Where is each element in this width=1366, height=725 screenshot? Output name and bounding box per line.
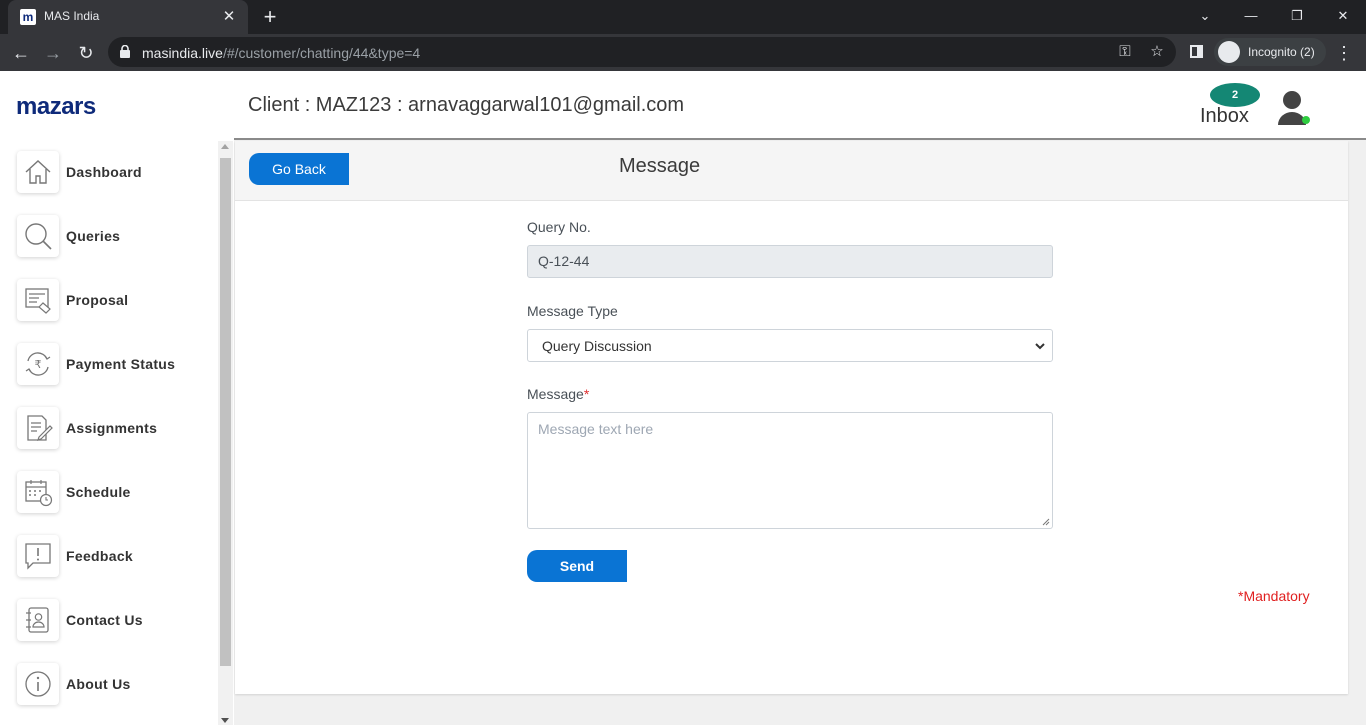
site-favicon-icon: m xyxy=(20,9,36,25)
sidebar-item-dashboard[interactable]: Dashboard xyxy=(0,149,218,213)
sidebar-item-about-us[interactable]: About Us xyxy=(0,661,218,725)
message-type-select[interactable]: Query Discussion xyxy=(527,329,1053,362)
message-placeholder: Message text here xyxy=(538,421,654,437)
inbox-label: Inbox xyxy=(1200,105,1249,127)
sidebar-item-schedule[interactable]: Schedule xyxy=(0,469,218,533)
incognito-label: Incognito (2) xyxy=(1248,45,1315,59)
message-textarea[interactable]: Message text here xyxy=(527,412,1053,529)
sidebar-item-assignments[interactable]: Assignments xyxy=(0,405,218,469)
page: mazars Dashboard Queries Proposal ₹ Paym… xyxy=(0,71,1366,725)
sidebar-item-payment-status[interactable]: ₹ Payment Status xyxy=(0,341,218,405)
new-tab-button[interactable]: + xyxy=(258,5,282,29)
resize-grip-icon[interactable] xyxy=(1042,518,1050,526)
mandatory-note: *Mandatory xyxy=(1238,588,1310,604)
message-label: Message* xyxy=(527,386,589,402)
incognito-profile-button[interactable]: Incognito (2) xyxy=(1214,38,1326,66)
key-icon[interactable]: ⚿ xyxy=(1116,43,1134,61)
close-window-button[interactable]: ✕ xyxy=(1331,5,1355,27)
browser-menu-icon[interactable]: ⋮ xyxy=(1334,40,1354,66)
sidebar-item-contact-us[interactable]: Contact Us xyxy=(0,597,218,661)
message-label-text: Message xyxy=(527,386,584,402)
inbox-count-badge: 2 xyxy=(1210,83,1260,107)
page-header: Client : MAZ123 : arnavaggarwal101@gmail… xyxy=(234,71,1366,140)
lock-icon xyxy=(120,45,130,58)
side-panel-icon[interactable] xyxy=(1190,45,1203,58)
close-tab-icon[interactable]: ✕ xyxy=(220,8,238,26)
sidebar-item-label: About Us xyxy=(66,676,131,692)
sidebar-item-feedback[interactable]: Feedback xyxy=(0,533,218,597)
info-icon xyxy=(17,663,59,705)
sidebar: mazars Dashboard Queries Proposal ₹ Paym… xyxy=(0,71,234,725)
mazars-logo[interactable]: mazars xyxy=(16,93,96,121)
sidebar-item-queries[interactable]: Queries xyxy=(0,213,218,277)
browser-tab-bar: m MAS India ✕ + ⌄ — ❐ ✕ xyxy=(0,0,1366,34)
browser-tab[interactable]: m MAS India ✕ xyxy=(8,0,248,34)
message-type-label: Message Type xyxy=(527,303,618,319)
query-no-field: Q-12-44 xyxy=(527,245,1053,278)
rupee-refresh-icon: ₹ xyxy=(17,343,59,385)
minimize-window-button[interactable]: — xyxy=(1239,5,1263,27)
bookmark-star-icon[interactable]: ☆ xyxy=(1148,43,1166,61)
sidebar-nav: Dashboard Queries Proposal ₹ Payment Sta… xyxy=(0,149,218,725)
sidebar-item-label: Contact Us xyxy=(66,612,143,628)
proposal-icon xyxy=(17,279,59,321)
tab-search-chevron-icon[interactable]: ⌄ xyxy=(1193,5,1217,27)
calendar-clock-icon xyxy=(17,471,59,513)
scroll-up-arrow-icon[interactable] xyxy=(221,144,229,149)
sidebar-item-label: Schedule xyxy=(66,484,131,500)
client-title: Client : MAZ123 : arnavaggarwal101@gmail… xyxy=(248,94,685,116)
home-icon xyxy=(17,151,59,193)
inbox-button[interactable]: 2 Inbox xyxy=(1198,83,1262,131)
chevron-down-icon xyxy=(1035,343,1045,350)
address-bar[interactable]: masindia.live/#/customer/chatting/44&typ… xyxy=(108,37,1176,67)
url-text: masindia.live/#/customer/chatting/44&typ… xyxy=(142,45,420,61)
sidebar-item-label: Proposal xyxy=(66,292,129,308)
sidebar-item-label: Assignments xyxy=(66,420,158,436)
document-edit-icon xyxy=(17,407,59,449)
scroll-down-arrow-icon[interactable] xyxy=(221,718,229,723)
sidebar-item-label: Payment Status xyxy=(66,356,176,372)
sidebar-item-label: Queries xyxy=(66,228,121,244)
sidebar-item-label: Feedback xyxy=(66,548,133,564)
search-icon xyxy=(17,215,59,257)
tab-title: MAS India xyxy=(44,9,100,23)
feedback-icon xyxy=(17,535,59,577)
query-no-label: Query No. xyxy=(527,219,591,235)
svg-text:₹: ₹ xyxy=(35,358,42,371)
back-arrow-icon[interactable]: ← xyxy=(8,40,34,66)
sidebar-scrollbar[interactable] xyxy=(218,141,233,725)
message-card: Go Back Message Query No. Q-12-44 Messag… xyxy=(235,141,1348,694)
contact-book-icon xyxy=(17,599,59,641)
sidebar-item-label: Dashboard xyxy=(66,164,142,180)
message-type-value: Query Discussion xyxy=(542,338,652,354)
card-title: Message xyxy=(619,155,701,177)
url-domain: masindia.live xyxy=(142,45,223,61)
user-avatar[interactable] xyxy=(1277,89,1310,129)
browser-toolbar: ← → ↻ masindia.live/#/customer/chatting/… xyxy=(0,34,1366,71)
sidebar-item-proposal[interactable]: Proposal xyxy=(0,277,218,341)
incognito-icon xyxy=(1218,41,1240,63)
card-header: Go Back Message xyxy=(235,141,1348,201)
forward-arrow-icon[interactable]: → xyxy=(40,40,66,66)
url-path: /#/customer/chatting/44&type=4 xyxy=(222,45,421,61)
reload-icon[interactable]: ↻ xyxy=(73,40,99,66)
online-status-dot xyxy=(1302,116,1310,124)
go-back-button[interactable]: Go Back xyxy=(249,153,349,185)
scrollbar-thumb[interactable] xyxy=(220,158,231,666)
required-mark: * xyxy=(583,386,590,402)
send-button[interactable]: Send xyxy=(527,550,627,582)
restore-window-button[interactable]: ❐ xyxy=(1285,5,1309,27)
